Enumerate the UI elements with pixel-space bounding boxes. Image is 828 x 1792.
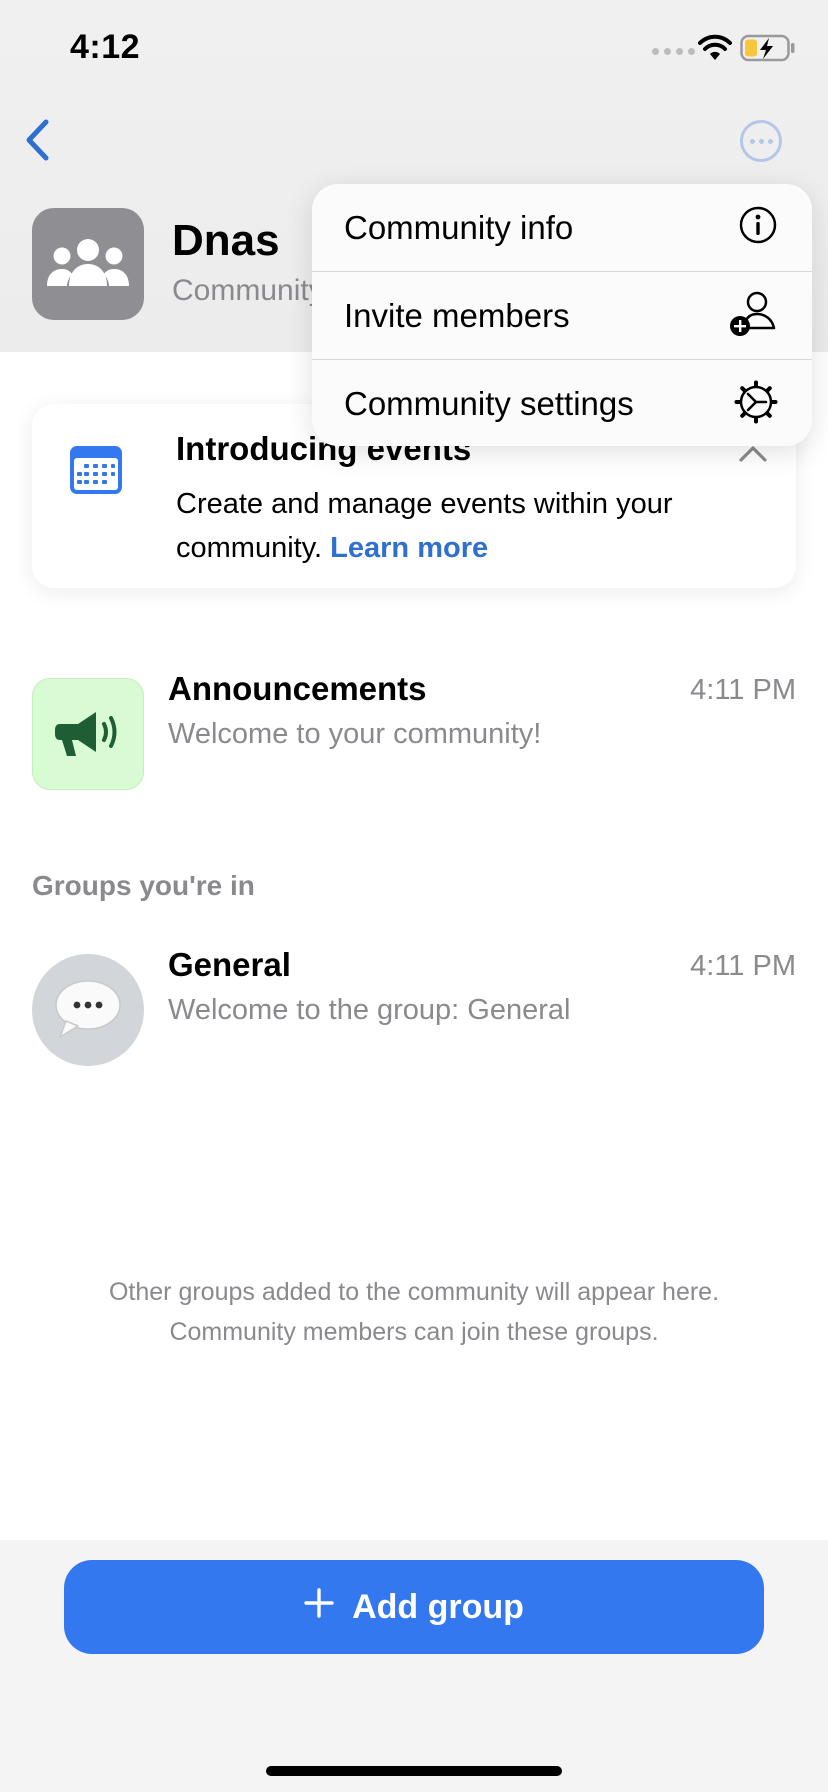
announcements-avatar — [32, 678, 144, 790]
status-time: 4:12 — [70, 28, 141, 66]
info-icon — [738, 205, 778, 250]
group-message: Welcome to the group: General — [168, 994, 571, 1026]
learn-more-link[interactable]: Learn more — [330, 532, 488, 564]
back-button[interactable] — [24, 118, 50, 167]
home-indicator — [266, 1766, 562, 1776]
more-options-button[interactable] — [740, 120, 782, 162]
group-time: 4:11 PM — [690, 950, 796, 982]
menu-item-label: Community settings — [344, 385, 634, 422]
speech-bubble-icon — [55, 980, 121, 1038]
menu-item-invite-members[interactable]: Invite members — [312, 272, 812, 360]
menu-item-community-info[interactable]: Community info — [312, 184, 812, 272]
menu-item-label: Invite members — [344, 296, 570, 334]
add-person-icon — [728, 288, 778, 343]
groups-section-label: Groups you're in — [32, 870, 255, 901]
calendar-icon — [68, 442, 124, 501]
add-group-button[interactable]: Add group — [64, 1560, 764, 1654]
add-group-label: Add group — [352, 1587, 524, 1626]
menu-item-community-settings[interactable]: Community settings — [312, 360, 812, 446]
group-icon — [47, 239, 129, 286]
plus-icon — [304, 1587, 334, 1627]
announcements-time: 4:11 PM — [690, 674, 796, 706]
megaphone-icon — [55, 712, 117, 756]
group-avatar — [32, 954, 144, 1066]
announcements-title: Announcements — [168, 670, 427, 707]
community-subtitle: Community — [172, 274, 324, 307]
group-title: General — [168, 946, 291, 983]
battery-charging-icon — [740, 34, 796, 67]
community-name: Dnas — [172, 216, 280, 265]
gear-icon — [734, 380, 778, 429]
footer-note-line-2: Community members can join these groups. — [169, 1318, 659, 1346]
footer-note-line-1: Other groups added to the community will… — [108, 1278, 720, 1306]
context-menu: Community info Invite members Community … — [312, 184, 812, 446]
cellular-signal-icon — [652, 48, 695, 55]
menu-item-label: Community info — [344, 208, 574, 246]
wifi-icon — [698, 34, 732, 67]
community-avatar — [32, 208, 144, 320]
groups-footer-note: Other groups added to the community will… — [0, 1272, 828, 1352]
announcements-message: Welcome to your community! — [168, 718, 542, 750]
collapse-chevron-icon[interactable] — [738, 444, 768, 469]
events-card-body: Create and manage events within your com… — [176, 482, 756, 570]
